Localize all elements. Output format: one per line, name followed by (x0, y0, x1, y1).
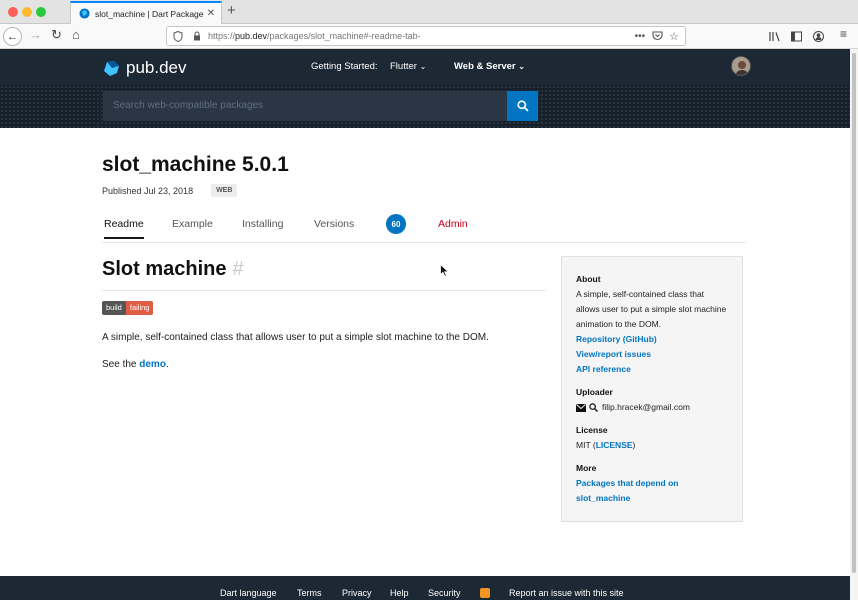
license-link[interactable]: LICENSE (596, 440, 633, 450)
license-type: MIT ( (576, 440, 596, 450)
bookmark-star-icon[interactable]: ☆ (669, 30, 679, 43)
chevron-down-icon: ⌄ (419, 62, 427, 71)
new-tab-button[interactable]: + (227, 2, 236, 19)
window-minimize-button[interactable] (22, 7, 32, 17)
forward-arrow-icon[interactable]: → (29, 27, 42, 42)
web-server-menu[interactable]: Web & Server ⌄ (454, 61, 525, 72)
scrollbar-thumb[interactable] (852, 53, 856, 573)
mail-icon[interactable] (576, 403, 586, 412)
account-icon[interactable] (813, 31, 824, 42)
see-the-text: See the (102, 359, 140, 370)
footer-security-link[interactable]: Security (428, 588, 461, 598)
footer-help-link[interactable]: Help (390, 588, 409, 598)
tab-versions[interactable]: Versions (314, 218, 354, 230)
browser-tab-bar: slot_machine | Dart Package ✕ + (0, 0, 858, 24)
back-arrow-icon: ← (7, 30, 18, 43)
build-status-badge[interactable]: build failing (102, 301, 154, 315)
tab-admin[interactable]: Admin (438, 218, 468, 230)
browser-tab-active[interactable]: slot_machine | Dart Package ✕ (70, 1, 222, 24)
window-maximize-button[interactable] (36, 7, 46, 17)
footer-terms-link[interactable]: Terms (297, 588, 322, 598)
tab-example[interactable]: Example (172, 218, 213, 230)
page-actions-icon[interactable]: ••• (635, 31, 646, 42)
rss-icon[interactable] (480, 588, 490, 598)
url-bar[interactable]: https:// pub.dev /packages/slot_machine#… (166, 26, 686, 46)
readme-heading: Slot machine # (102, 258, 244, 281)
package-tabs: Readme Example Installing Versions 60 Ad… (102, 214, 746, 243)
url-scheme: https:// (208, 31, 236, 41)
tab-title: slot_machine | Dart Package (95, 8, 204, 19)
period-text: . (165, 359, 169, 370)
dart-favicon-icon (79, 8, 90, 19)
getting-started-label: Getting Started: (311, 61, 378, 72)
url-host: pub.dev (235, 31, 268, 41)
pocket-icon[interactable] (652, 31, 663, 41)
home-icon[interactable]: ⌂ (72, 27, 80, 42)
logo-text: pub.dev (126, 58, 187, 77)
footer-dart-language-link[interactable]: Dart language (220, 588, 277, 598)
browser-toolbar: ← → ↻ ⌂ https:// pub.dev /packages/slot_… (0, 24, 858, 49)
library-icon[interactable] (769, 31, 780, 42)
dependents-link[interactable]: Packages that depend on slot_machine (576, 476, 728, 506)
license-row: MIT (LICENSE) (576, 438, 728, 453)
package-title: slot_machine 5.0.1 (102, 153, 289, 176)
repository-link[interactable]: Repository (GitHub) (576, 332, 728, 347)
url-path: /packages/slot_machine#-readme-tab- (267, 31, 421, 41)
flutter-menu-label: Flutter (390, 61, 417, 72)
tab-close-icon[interactable]: ✕ (207, 8, 215, 19)
build-badge-status: failing (125, 301, 154, 315)
about-text: A simple, self-contained class that allo… (576, 289, 727, 329)
site-footer: Dart language Terms Privacy Help Securit… (0, 576, 850, 600)
mouse-cursor-icon (440, 264, 449, 277)
footer-privacy-link[interactable]: Privacy (342, 588, 372, 598)
uploader-email: filip.hracek@gmail.com (602, 402, 690, 412)
back-button[interactable]: ← (3, 27, 22, 46)
package-sidebar: About A simple, self-contained class tha… (561, 256, 743, 522)
score-badge[interactable]: 60 (386, 214, 406, 234)
about-heading: About (576, 274, 601, 284)
tab-installing[interactable]: Installing (242, 218, 283, 230)
menu-icon[interactable]: ≡ (840, 27, 847, 41)
search-input[interactable]: Search web-compatible packages (103, 91, 507, 121)
more-heading: More (576, 463, 597, 473)
footer-report-issue-link[interactable]: Report an issue with this site (509, 588, 624, 598)
reload-icon[interactable]: ↻ (51, 27, 62, 43)
search-button[interactable] (507, 91, 538, 121)
license-heading: License (576, 425, 608, 435)
sidebar-toggle-icon[interactable] (791, 31, 802, 42)
license-suffix: ) (632, 440, 636, 450)
search-icon[interactable] (589, 403, 598, 412)
published-date: Published Jul 23, 2018 (102, 185, 194, 196)
package-meta: Published Jul 23, 2018 WEB (102, 184, 238, 197)
window-close-button[interactable] (8, 7, 18, 17)
api-reference-link[interactable]: API reference (576, 362, 728, 377)
shield-icon[interactable] (173, 30, 183, 42)
readme-description: A simple, self-contained class that allo… (102, 332, 489, 343)
flutter-menu[interactable]: Flutter ⌄ (390, 61, 426, 72)
chevron-down-icon: ⌄ (518, 62, 525, 71)
platform-tag[interactable]: WEB (211, 184, 238, 197)
readme-see-demo: See the demo. (102, 359, 169, 370)
tab-readme[interactable]: Readme (104, 218, 144, 239)
lock-icon[interactable] (192, 31, 202, 41)
issues-link[interactable]: View/report issues (576, 347, 728, 362)
heading-anchor-link[interactable]: # (232, 258, 243, 280)
search-icon (516, 100, 529, 112)
build-badge-label: build (102, 301, 126, 315)
user-avatar[interactable] (731, 56, 751, 76)
heading-divider (102, 290, 546, 291)
readme-heading-text: Slot machine (102, 258, 227, 280)
uploader-row: filip.hracek@gmail.com (576, 400, 728, 415)
demo-link[interactable]: demo (139, 359, 166, 370)
dart-logo-icon (104, 60, 119, 76)
web-server-menu-label: Web & Server (454, 61, 516, 72)
site-header: pub.dev Getting Started: Flutter ⌄ Web &… (0, 49, 850, 128)
uploader-heading: Uploader (576, 387, 613, 397)
pub-dev-logo[interactable]: pub.dev (103, 58, 187, 78)
